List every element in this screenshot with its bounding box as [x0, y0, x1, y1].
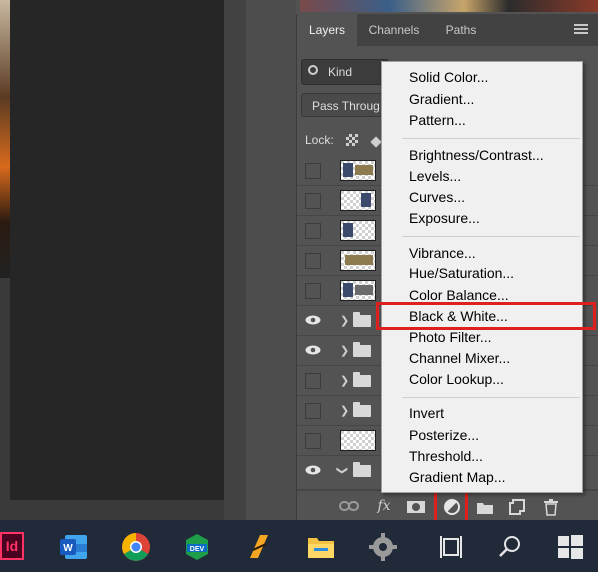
search-icon [308, 65, 318, 75]
panel-dock [246, 0, 296, 520]
filter-kind-label: Kind [328, 65, 353, 79]
menu-item-posterize[interactable]: Posterize... [409, 427, 479, 443]
tab-paths[interactable]: Paths [433, 14, 489, 46]
menu-item-color-lookup[interactable]: Color Lookup... [409, 371, 504, 387]
visibility-toggle[interactable] [305, 163, 321, 179]
eye-icon[interactable] [305, 345, 321, 355]
chevron-right-icon[interactable]: ❯ [340, 404, 349, 417]
layer-thumbnail [340, 430, 376, 451]
menu-item-brightness-contrast[interactable]: Brightness/Contrast... [409, 147, 544, 163]
layer-thumbnail [340, 220, 376, 241]
panel-menu-icon[interactable] [574, 24, 588, 36]
blend-mode-select[interactable]: Pass Throug [301, 93, 387, 117]
chevron-right-icon[interactable]: ❯ [340, 344, 349, 357]
settings-icon[interactable] [368, 532, 398, 562]
eye-icon[interactable] [305, 465, 321, 475]
windows-icon[interactable] [555, 532, 585, 562]
layer-filter-select[interactable]: Kind [301, 59, 389, 85]
trash-icon[interactable] [543, 499, 559, 516]
menu-item-gradient[interactable]: Gradient... [409, 91, 474, 107]
layer-thumbnail [340, 280, 376, 301]
visibility-toggle[interactable] [305, 403, 321, 419]
lock-transparency-icon[interactable] [346, 134, 358, 146]
chevron-down-icon[interactable]: ❯ [336, 466, 349, 475]
dev-label: DEV [190, 546, 205, 553]
menu-item-photo-filter[interactable]: Photo Filter... [409, 329, 491, 345]
canvas-scroll-area [224, 0, 246, 520]
menu-item-vibrance[interactable]: Vibrance... [409, 245, 476, 261]
folder-open-icon [353, 462, 371, 477]
chevron-right-icon[interactable]: ❯ [340, 374, 349, 387]
folder-icon [353, 402, 371, 417]
indesign-icon[interactable]: Id [0, 532, 24, 560]
menu-separator [402, 397, 580, 398]
visibility-toggle[interactable] [305, 193, 321, 209]
menu-item-channel-mixer[interactable]: Channel Mixer... [409, 350, 510, 366]
file-explorer-icon[interactable] [306, 532, 336, 562]
folder-icon [353, 342, 371, 357]
chrome-icon[interactable] [121, 532, 151, 562]
layer-thumbnail [340, 250, 376, 271]
menu-item-solid-color[interactable]: Solid Color... [409, 69, 488, 85]
lock-label: Lock: [305, 133, 334, 147]
mask-icon[interactable] [406, 500, 426, 514]
layer-thumbnail [340, 160, 376, 181]
menu-item-threshold[interactable]: Threshold... [409, 448, 483, 464]
folder-icon [353, 372, 371, 387]
menu-item-exposure[interactable]: Exposure... [409, 210, 480, 226]
tab-channels[interactable]: Channels [359, 14, 429, 46]
folder-icon [353, 312, 371, 327]
word-icon[interactable]: W [59, 532, 89, 562]
link-icon[interactable] [339, 500, 359, 512]
visibility-toggle[interactable] [305, 283, 321, 299]
swatch-strip [300, 0, 598, 12]
menu-item-hue-saturation[interactable]: Hue/Saturation... [409, 265, 514, 281]
layer-thumbnail [340, 190, 376, 211]
new-layer-icon[interactable] [509, 499, 525, 515]
document-image [0, 0, 10, 278]
svg-text:W: W [63, 543, 73, 554]
menu-item-invert[interactable]: Invert [409, 405, 444, 421]
winamp-icon[interactable] [244, 532, 274, 562]
menu-separator [402, 138, 580, 139]
tab-layers[interactable]: Layers [297, 14, 357, 46]
dev-icon[interactable]: DEV [182, 532, 212, 562]
visibility-toggle[interactable] [305, 433, 321, 449]
search-icon[interactable] [495, 532, 525, 562]
menu-item-gradient-map[interactable]: Gradient Map... [409, 469, 506, 485]
menu-item-curves[interactable]: Curves... [409, 189, 465, 205]
menu-separator [402, 236, 580, 237]
chevron-right-icon[interactable]: ❯ [340, 314, 349, 327]
menu-item-levels[interactable]: Levels... [409, 168, 461, 184]
folder-icon[interactable] [476, 501, 494, 515]
adjustment-layer-menu: Solid Color... Gradient... Pattern... Br… [381, 61, 583, 493]
visibility-toggle[interactable] [305, 253, 321, 269]
menu-item-color-balance[interactable]: Color Balance... [409, 287, 509, 303]
black-white-highlight [376, 302, 596, 330]
visibility-toggle[interactable] [305, 223, 321, 239]
menu-item-pattern[interactable]: Pattern... [409, 112, 466, 128]
eye-icon[interactable] [305, 315, 321, 325]
fx-icon[interactable]: fx [374, 496, 394, 516]
visibility-toggle[interactable] [305, 373, 321, 389]
task-view-icon[interactable] [436, 532, 466, 562]
document-artwork [10, 0, 224, 500]
